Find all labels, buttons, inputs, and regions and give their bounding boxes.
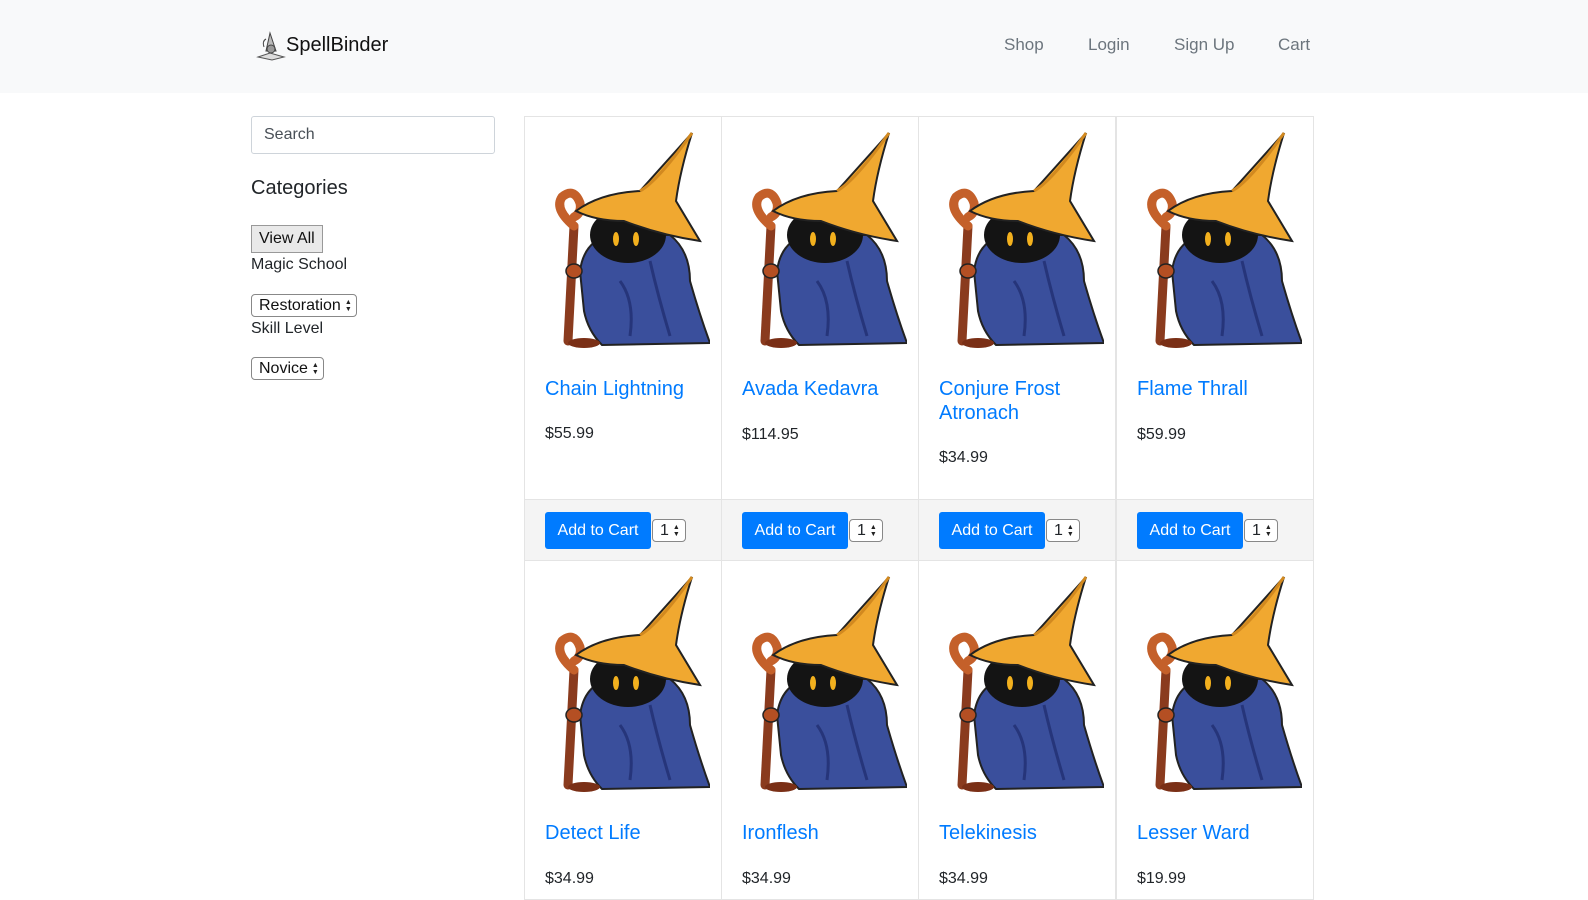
nav-cart[interactable]: Cart: [1278, 35, 1310, 55]
product-card: Lesser Ward $19.99: [1116, 560, 1314, 900]
product-card: Conjure Frost Atronach $34.99 Add to Cart 1…: [918, 116, 1116, 561]
product-price: $34.99: [939, 870, 988, 887]
view-all-button[interactable]: View All: [251, 225, 323, 253]
quantity-select[interactable]: 1 ▲ ▼: [1244, 519, 1278, 542]
select-arrows-icon: ▲ ▼: [869, 523, 877, 538]
select-arrows-icon: ▲ ▼: [1264, 523, 1272, 538]
product-image[interactable]: [934, 575, 1106, 793]
product-image[interactable]: [1132, 575, 1304, 793]
skill-level-label: Skill Level: [251, 320, 324, 337]
quantity-select[interactable]: 1 ▲ ▼: [849, 519, 883, 542]
product-image[interactable]: [934, 131, 1106, 349]
magic-school-select[interactable]: Restoration ▲ ▼: [251, 294, 357, 317]
skill-level-value: Novice: [259, 359, 308, 377]
black-mage-image: [555, 132, 712, 348]
product-card: Telekinesis $34.99: [918, 560, 1116, 900]
product-price: $114.95: [742, 426, 799, 443]
search-input[interactable]: [251, 116, 495, 154]
product-price: $34.99: [742, 870, 791, 887]
black-mage-image: [1147, 576, 1304, 792]
nav-sign-up[interactable]: Sign Up: [1174, 35, 1234, 55]
quantity-select[interactable]: 1 ▲ ▼: [1046, 519, 1080, 542]
nav-shop[interactable]: Shop: [1004, 35, 1044, 55]
product-title-link[interactable]: Lesser Ward: [1137, 821, 1302, 845]
black-mage-image: [752, 132, 909, 348]
product-title-link[interactable]: Chain Lightning: [545, 377, 710, 401]
product-card: Flame Thrall $59.99 Add to Cart 1 ▲ ▼: [1116, 116, 1314, 561]
product-image[interactable]: [737, 575, 909, 793]
quantity-value: 1: [1252, 521, 1261, 539]
product-title-link[interactable]: Ironflesh: [742, 821, 907, 845]
product-image[interactable]: [540, 575, 712, 793]
card-footer: Add to Cart 1 ▲ ▼: [525, 499, 721, 560]
select-arrows-icon: ▲ ▼: [311, 361, 319, 376]
quantity-value: 1: [857, 521, 866, 539]
quantity-value: 1: [660, 521, 669, 539]
select-arrows-icon: ▲ ▼: [1066, 523, 1074, 538]
black-mage-image: [555, 576, 712, 792]
select-arrows-icon: ▲ ▼: [672, 523, 680, 538]
product-card: Chain Lightning $55.99 Add to Cart 1 ▲ ▼: [524, 116, 722, 561]
product-title-link[interactable]: Avada Kedavra: [742, 377, 907, 401]
quantity-value: 1: [1054, 521, 1063, 539]
nav-login[interactable]: Login: [1088, 35, 1130, 55]
black-mage-image: [752, 576, 909, 792]
add-to-cart-button[interactable]: Add to Cart: [939, 512, 1045, 549]
product-price: $59.99: [1137, 426, 1186, 443]
navbar: SpellBinder Shop Login Sign Up Cart: [0, 0, 1588, 93]
add-to-cart-button[interactable]: Add to Cart: [545, 512, 651, 549]
skill-level-select[interactable]: Novice ▲ ▼: [251, 357, 324, 380]
product-image[interactable]: [540, 131, 712, 349]
black-mage-image: [1147, 132, 1304, 348]
magic-school-value: Restoration: [259, 296, 341, 314]
product-price: $55.99: [545, 425, 594, 442]
product-title-link[interactable]: Flame Thrall: [1137, 377, 1302, 401]
select-arrows-icon: ▲ ▼: [344, 298, 352, 313]
black-mage-image: [949, 576, 1106, 792]
card-footer: Add to Cart 1 ▲ ▼: [722, 499, 918, 560]
product-title-link[interactable]: Conjure Frost Atronach: [939, 377, 1104, 425]
product-card: Avada Kedavra $114.95 Add to Cart 1 ▲ ▼: [721, 116, 919, 561]
product-price: $34.99: [939, 449, 988, 466]
quantity-select[interactable]: 1 ▲ ▼: [652, 519, 686, 542]
add-to-cart-button[interactable]: Add to Cart: [1137, 512, 1243, 549]
brand-name: SpellBinder: [286, 33, 389, 56]
product-price: $34.99: [545, 870, 594, 887]
product-price: $19.99: [1137, 870, 1186, 887]
card-footer: Add to Cart 1 ▲ ▼: [919, 499, 1115, 560]
product-card: Detect Life $34.99: [524, 560, 722, 900]
brand-link[interactable]: SpellBinder: [256, 28, 388, 62]
card-footer: Add to Cart 1 ▲ ▼: [1117, 499, 1313, 560]
product-title-link[interactable]: Telekinesis: [939, 821, 1104, 845]
product-image[interactable]: [1132, 131, 1304, 349]
wizard-book-icon: [256, 31, 286, 61]
magic-school-label: Magic School: [251, 256, 348, 273]
add-to-cart-button[interactable]: Add to Cart: [742, 512, 848, 549]
black-mage-image: [949, 132, 1106, 348]
product-image[interactable]: [737, 131, 909, 349]
categories-title: Categories: [251, 177, 348, 199]
product-title-link[interactable]: Detect Life: [545, 821, 710, 845]
product-card: Ironflesh $34.99: [721, 560, 919, 900]
